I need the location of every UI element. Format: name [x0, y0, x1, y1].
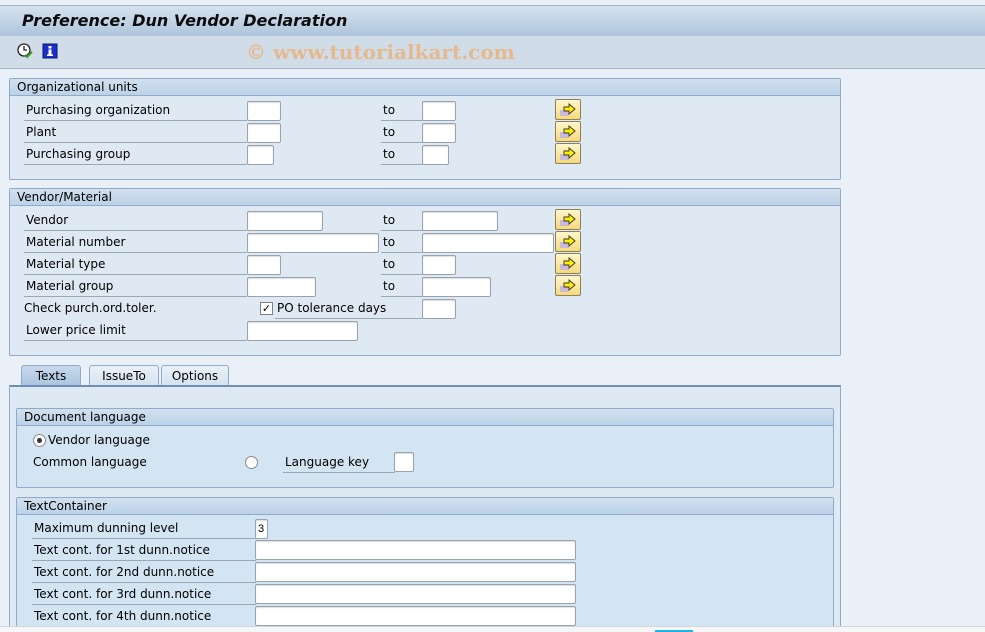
multiple-selection-button[interactable]	[555, 253, 581, 274]
text-cont-2-input[interactable]	[255, 562, 576, 582]
text-cont-2-label: Text cont. for 2nd dunn.notice	[32, 563, 256, 583]
text-cont-1-label: Text cont. for 1st dunn.notice	[32, 541, 256, 561]
group-title: Organizational units	[10, 79, 840, 96]
vendor-material-group: Vendor/Material Vendor to Material numbe…	[9, 188, 841, 356]
common-language-label: Common language	[33, 455, 147, 469]
po-tolerance-label: PO tolerance days	[275, 299, 422, 319]
language-key-label: Language key	[283, 453, 395, 473]
arrow-right-icon	[560, 213, 576, 226]
common-language-radio[interactable]	[245, 456, 258, 469]
tab-strip: Texts IssueTo Options Document language …	[9, 365, 841, 632]
multiple-selection-button[interactable]	[555, 231, 581, 252]
org-units-group: Organizational units Purchasing organiza…	[9, 78, 841, 180]
vendor-language-label: Vendor language	[48, 433, 150, 447]
multiple-selection-button[interactable]	[555, 121, 581, 142]
watermark: © www.tutorialkart.com	[246, 40, 515, 64]
to-label: to	[381, 233, 423, 253]
material-type-label: Material type	[24, 255, 247, 275]
vendor-to-input[interactable]	[422, 211, 498, 231]
to-label: to	[381, 145, 423, 165]
multiple-selection-button[interactable]	[555, 99, 581, 120]
arrow-right-icon	[560, 235, 576, 248]
info-icon[interactable]	[42, 43, 58, 59]
material-number-from-input[interactable]	[247, 233, 379, 253]
text-cont-4-input[interactable]	[255, 606, 576, 626]
max-dunning-level-input[interactable]	[255, 519, 268, 539]
to-label: to	[381, 101, 423, 121]
multiple-selection-button[interactable]	[555, 275, 581, 296]
arrow-right-icon	[560, 257, 576, 270]
material-number-label: Material number	[24, 233, 247, 253]
material-type-to-input[interactable]	[422, 255, 456, 275]
multiple-selection-button[interactable]	[555, 209, 581, 230]
text-cont-4-label: Text cont. for 4th dunn.notice	[32, 607, 256, 627]
plant-from-input[interactable]	[247, 123, 281, 143]
lower-price-limit-input[interactable]	[247, 321, 358, 341]
purch-org-label: Purchasing organization	[24, 101, 247, 121]
execute-clock-icon[interactable]	[17, 43, 33, 59]
group-title: Document language	[17, 409, 833, 426]
purch-org-to-input[interactable]	[422, 101, 456, 121]
application-toolbar: © www.tutorialkart.com	[0, 36, 985, 69]
material-group-from-input[interactable]	[247, 277, 316, 297]
max-dunning-level-label: Maximum dunning level	[32, 519, 256, 539]
plant-label: Plant	[24, 123, 247, 143]
arrow-right-icon	[560, 279, 576, 292]
purch-group-to-input[interactable]	[422, 145, 449, 165]
material-number-to-input[interactable]	[422, 233, 554, 253]
material-type-from-input[interactable]	[247, 255, 281, 275]
to-label: to	[381, 277, 423, 297]
purch-group-label: Purchasing group	[24, 145, 247, 165]
vendor-label: Vendor	[24, 211, 247, 231]
purch-group-from-input[interactable]	[247, 145, 274, 165]
document-language-group: Document language Vendor language Common…	[16, 408, 834, 488]
tab-options[interactable]: Options	[161, 365, 229, 386]
vendor-from-input[interactable]	[247, 211, 323, 231]
lower-price-limit-label: Lower price limit	[24, 321, 247, 341]
page-title: Preference: Dun Vendor Declaration	[22, 11, 348, 30]
arrow-right-icon	[560, 147, 576, 160]
plant-to-input[interactable]	[422, 123, 456, 143]
group-title: TextContainer	[17, 498, 833, 515]
vendor-language-radio[interactable]	[33, 434, 46, 447]
language-key-input[interactable]	[394, 452, 414, 472]
status-strip	[0, 626, 985, 632]
purch-org-from-input[interactable]	[247, 101, 281, 121]
po-tolerance-checkbox[interactable]: ✓	[260, 302, 273, 315]
text-container-group: TextContainer Maximum dunning level Text…	[16, 497, 834, 632]
text-cont-3-label: Text cont. for 3rd dunn.notice	[32, 585, 256, 605]
arrow-right-icon	[560, 103, 576, 116]
text-cont-1-input[interactable]	[255, 540, 576, 560]
tab-texts[interactable]: Texts	[21, 365, 81, 387]
check-tolerance-label: Check purch.ord.toler.	[24, 301, 157, 315]
tab-issueto[interactable]: IssueTo	[89, 365, 159, 386]
title-bar: Preference: Dun Vendor Declaration	[0, 5, 985, 36]
to-label: to	[381, 211, 423, 231]
multiple-selection-button[interactable]	[555, 143, 581, 164]
group-title: Vendor/Material	[10, 189, 840, 206]
arrow-right-icon	[560, 125, 576, 138]
to-label: to	[381, 123, 423, 143]
to-label: to	[381, 255, 423, 275]
po-tolerance-days-input[interactable]	[422, 299, 456, 319]
material-group-to-input[interactable]	[422, 277, 491, 297]
tab-panel-texts: Document language Vendor language Common…	[9, 385, 841, 632]
material-group-label: Material group	[24, 277, 247, 297]
text-cont-3-input[interactable]	[255, 584, 576, 604]
